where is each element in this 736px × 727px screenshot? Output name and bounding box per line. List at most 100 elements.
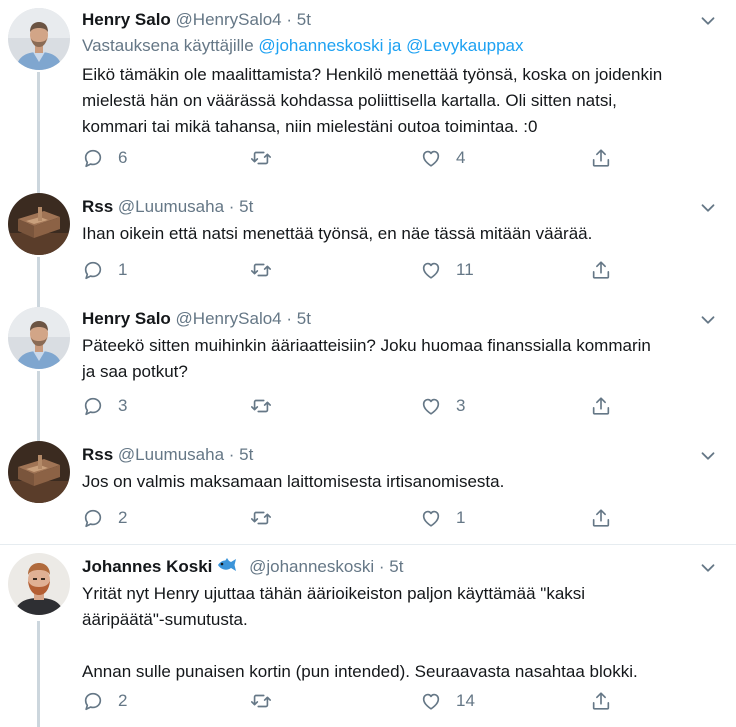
avatar[interactable]: [8, 8, 70, 70]
like-button[interactable]: 3: [420, 393, 465, 419]
tweet[interactable]: Rss @Luumusaha · 5t Ihan oikein että nat…: [0, 183, 736, 297]
tweet-text: Eikö tämäkin ole maalittamista? Henkilö …: [82, 62, 722, 140]
author-handle[interactable]: @HenrySalo4: [176, 309, 282, 328]
action-bar: 2 1: [82, 505, 622, 531]
timestamp[interactable]: 5t: [239, 445, 253, 464]
reply-icon: [82, 395, 104, 417]
retweet-button[interactable]: [250, 505, 286, 531]
reply-count: 6: [118, 148, 128, 167]
like-icon: [420, 690, 442, 712]
tweet-header: Henry Salo @HenrySalo4 · 5t: [82, 8, 311, 32]
tweet[interactable]: Henry Salo @HenrySalo4 · 5t Päteekö sitt…: [0, 297, 736, 433]
author-handle[interactable]: @Luumusaha: [118, 197, 224, 216]
tweet-text: Jos on valmis maksamaan laittomisesta ir…: [82, 469, 722, 495]
like-count: 1: [456, 508, 466, 527]
like-icon: [420, 259, 442, 281]
reply-count: 1: [118, 260, 128, 279]
tweet[interactable]: Johannes Koski @johanneskoski · 5t Yritä…: [0, 545, 736, 727]
share-icon: [590, 507, 612, 529]
author-handle[interactable]: @Luumusaha: [118, 445, 224, 464]
author-name[interactable]: Henry Salo: [82, 309, 171, 328]
action-bar: 1 11: [82, 257, 622, 283]
share-button[interactable]: [590, 257, 612, 283]
reply-button[interactable]: 1: [82, 257, 127, 283]
tweet-text: Yrität nyt Henry ujuttaa tähän äärioikei…: [82, 581, 722, 685]
tweet-text-line: Yrität nyt Henry ujuttaa tähän äärioikei…: [82, 584, 586, 603]
like-count: 4: [456, 148, 466, 167]
thread-line: [37, 621, 40, 727]
tweet-text-line: [82, 633, 722, 659]
share-button[interactable]: [590, 145, 612, 171]
reply-button[interactable]: 3: [82, 393, 127, 419]
like-icon: [420, 147, 442, 169]
avatar[interactable]: [8, 193, 70, 255]
like-button[interactable]: 11: [420, 257, 474, 283]
tweet-text: Päteekö sitten muihinkin ääriaatteisiin?…: [82, 333, 722, 385]
reply-icon: [82, 690, 104, 712]
reply-button[interactable]: 2: [82, 688, 127, 714]
retweet-button[interactable]: [250, 688, 286, 714]
reply-button[interactable]: 6: [82, 145, 127, 171]
share-icon: [590, 690, 612, 712]
tweet[interactable]: Henry Salo @HenrySalo4 · 5t Vastauksena …: [0, 0, 736, 183]
retweet-icon: [250, 690, 272, 712]
author-name[interactable]: Rss: [82, 197, 113, 216]
dot-separator: ·: [286, 10, 293, 29]
like-count: 11: [456, 260, 474, 279]
tweet-header: Johannes Koski @johanneskoski · 5t: [82, 555, 403, 579]
tweet-text-line: Annan sulle punaisen kortin (pun intende…: [82, 662, 638, 681]
tweet-header: Rss @Luumusaha · 5t: [82, 443, 253, 467]
retweet-button[interactable]: [250, 257, 286, 283]
timestamp[interactable]: 5t: [389, 557, 403, 576]
avatar[interactable]: [8, 553, 70, 615]
action-bar: 3 3: [82, 393, 622, 419]
chevron-down-icon[interactable]: [697, 309, 719, 331]
retweet-button[interactable]: [250, 393, 286, 419]
author-handle[interactable]: @johanneskoski: [249, 557, 374, 576]
like-button[interactable]: 1: [420, 505, 465, 531]
author-name[interactable]: Johannes Koski: [82, 557, 212, 576]
action-bar: 2 14: [82, 688, 622, 714]
thread-line: [37, 433, 40, 441]
tweet-text-line: Päteekö sitten muihinkin ääriaatteisiin?…: [82, 336, 651, 355]
replying-to: Vastauksena käyttäjille @johanneskoski j…: [82, 34, 524, 58]
reply-icon: [82, 507, 104, 529]
share-button[interactable]: [590, 505, 612, 531]
tweet-text: Ihan oikein että natsi menettää työnsä, …: [82, 221, 722, 247]
chevron-down-icon[interactable]: [697, 557, 719, 579]
reply-button[interactable]: 2: [82, 505, 127, 531]
replying-to-users[interactable]: @johanneskoski ja @Levykauppax: [258, 36, 523, 55]
reply-count: 3: [118, 396, 128, 415]
like-button[interactable]: 4: [420, 145, 465, 171]
dot-separator: ·: [286, 309, 293, 328]
like-count: 14: [456, 691, 475, 710]
timestamp[interactable]: 5t: [239, 197, 253, 216]
retweet-button[interactable]: [250, 145, 286, 171]
author-handle[interactable]: @HenrySalo4: [176, 10, 282, 29]
timestamp[interactable]: 5t: [297, 309, 311, 328]
thread-line: [37, 297, 40, 307]
share-button[interactable]: [590, 393, 612, 419]
reply-icon: [82, 259, 104, 281]
thread-line: [37, 371, 40, 433]
like-button[interactable]: 14: [420, 688, 475, 714]
author-name[interactable]: Henry Salo: [82, 10, 171, 29]
chevron-down-icon[interactable]: [697, 445, 719, 467]
chevron-down-icon[interactable]: [697, 197, 719, 219]
tweet[interactable]: Rss @Luumusaha · 5t Jos on valmis maksam…: [0, 433, 736, 545]
share-button[interactable]: [590, 688, 612, 714]
thread-line: [37, 257, 40, 297]
share-icon: [590, 259, 612, 281]
share-icon: [590, 147, 612, 169]
tweet-text-line: Eikö tämäkin ole maalittamista? Henkilö …: [82, 65, 663, 84]
author-name[interactable]: Rss: [82, 445, 113, 464]
chevron-down-icon[interactable]: [697, 10, 719, 32]
timestamp[interactable]: 5t: [297, 10, 311, 29]
tweet-text-line: ja saa potkut?: [82, 362, 188, 381]
fish-emoji-icon: [216, 556, 238, 580]
tweet-text-line: Jos on valmis maksamaan laittomisesta ir…: [82, 472, 505, 491]
like-icon: [420, 395, 442, 417]
avatar[interactable]: [8, 441, 70, 503]
tweet-text-line: ääripäätä"-sumutusta.: [82, 610, 248, 629]
avatar[interactable]: [8, 307, 70, 369]
